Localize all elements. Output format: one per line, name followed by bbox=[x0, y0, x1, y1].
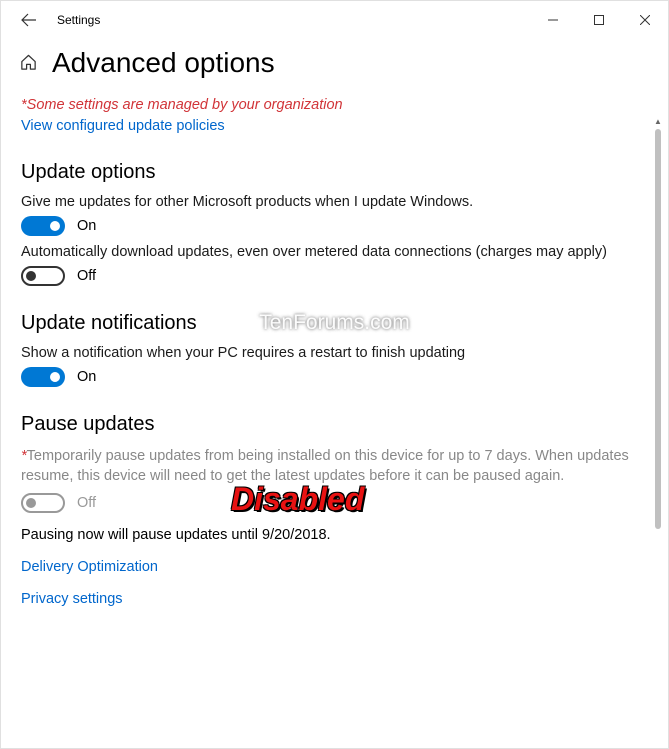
restart-notification-label: Show a notification when your PC require… bbox=[21, 345, 648, 361]
microsoft-products-toggle[interactable] bbox=[21, 216, 65, 236]
back-arrow-icon bbox=[21, 12, 37, 28]
restart-notification-toggle-state: On bbox=[77, 369, 96, 385]
microsoft-products-toggle-state: On bbox=[77, 218, 96, 234]
update-notifications-heading: Update notifications bbox=[21, 312, 648, 335]
scroll-up-arrow-icon[interactable]: ▲ bbox=[650, 113, 666, 129]
microsoft-products-toggle-row: On bbox=[21, 216, 648, 236]
back-button[interactable] bbox=[9, 1, 49, 39]
metered-connections-toggle-row: Off bbox=[21, 266, 648, 286]
maximize-icon bbox=[594, 15, 604, 25]
pause-updates-toggle-row: Off bbox=[21, 493, 648, 513]
page-title: Advanced options bbox=[52, 47, 275, 79]
metered-connections-toggle[interactable] bbox=[21, 266, 65, 286]
pause-updates-description: *Temporarily pause updates from being in… bbox=[21, 446, 648, 487]
restart-notification-toggle[interactable] bbox=[21, 367, 65, 387]
scroll-thumb[interactable] bbox=[655, 129, 661, 529]
close-icon bbox=[640, 15, 650, 25]
metered-connections-label: Automatically download updates, even ove… bbox=[21, 244, 648, 260]
managed-by-org-notice: *Some settings are managed by your organ… bbox=[21, 97, 648, 113]
close-button[interactable] bbox=[622, 1, 668, 39]
restart-notification-toggle-row: On bbox=[21, 367, 648, 387]
view-policies-link[interactable]: View configured update policies bbox=[21, 118, 225, 134]
minimize-icon bbox=[548, 15, 558, 25]
metered-connections-toggle-state: Off bbox=[77, 268, 96, 284]
privacy-settings-link[interactable]: Privacy settings bbox=[21, 591, 648, 607]
pause-updates-heading: Pause updates bbox=[21, 413, 648, 436]
page-header: Advanced options bbox=[1, 39, 668, 97]
pause-until-info: Pausing now will pause updates until 9/2… bbox=[21, 527, 648, 543]
pause-updates-toggle bbox=[21, 493, 65, 513]
scrollbar[interactable]: ▲ bbox=[650, 113, 666, 743]
window-controls bbox=[530, 1, 668, 39]
titlebar: Settings bbox=[1, 1, 668, 39]
delivery-optimization-link[interactable]: Delivery Optimization bbox=[21, 559, 648, 575]
microsoft-products-label: Give me updates for other Microsoft prod… bbox=[21, 194, 648, 210]
pause-updates-toggle-state: Off bbox=[77, 495, 96, 511]
maximize-button[interactable] bbox=[576, 1, 622, 39]
content-area: *Some settings are managed by your organ… bbox=[1, 97, 668, 607]
home-icon[interactable] bbox=[19, 53, 38, 77]
window-title: Settings bbox=[57, 13, 100, 27]
update-options-heading: Update options bbox=[21, 161, 648, 184]
minimize-button[interactable] bbox=[530, 1, 576, 39]
